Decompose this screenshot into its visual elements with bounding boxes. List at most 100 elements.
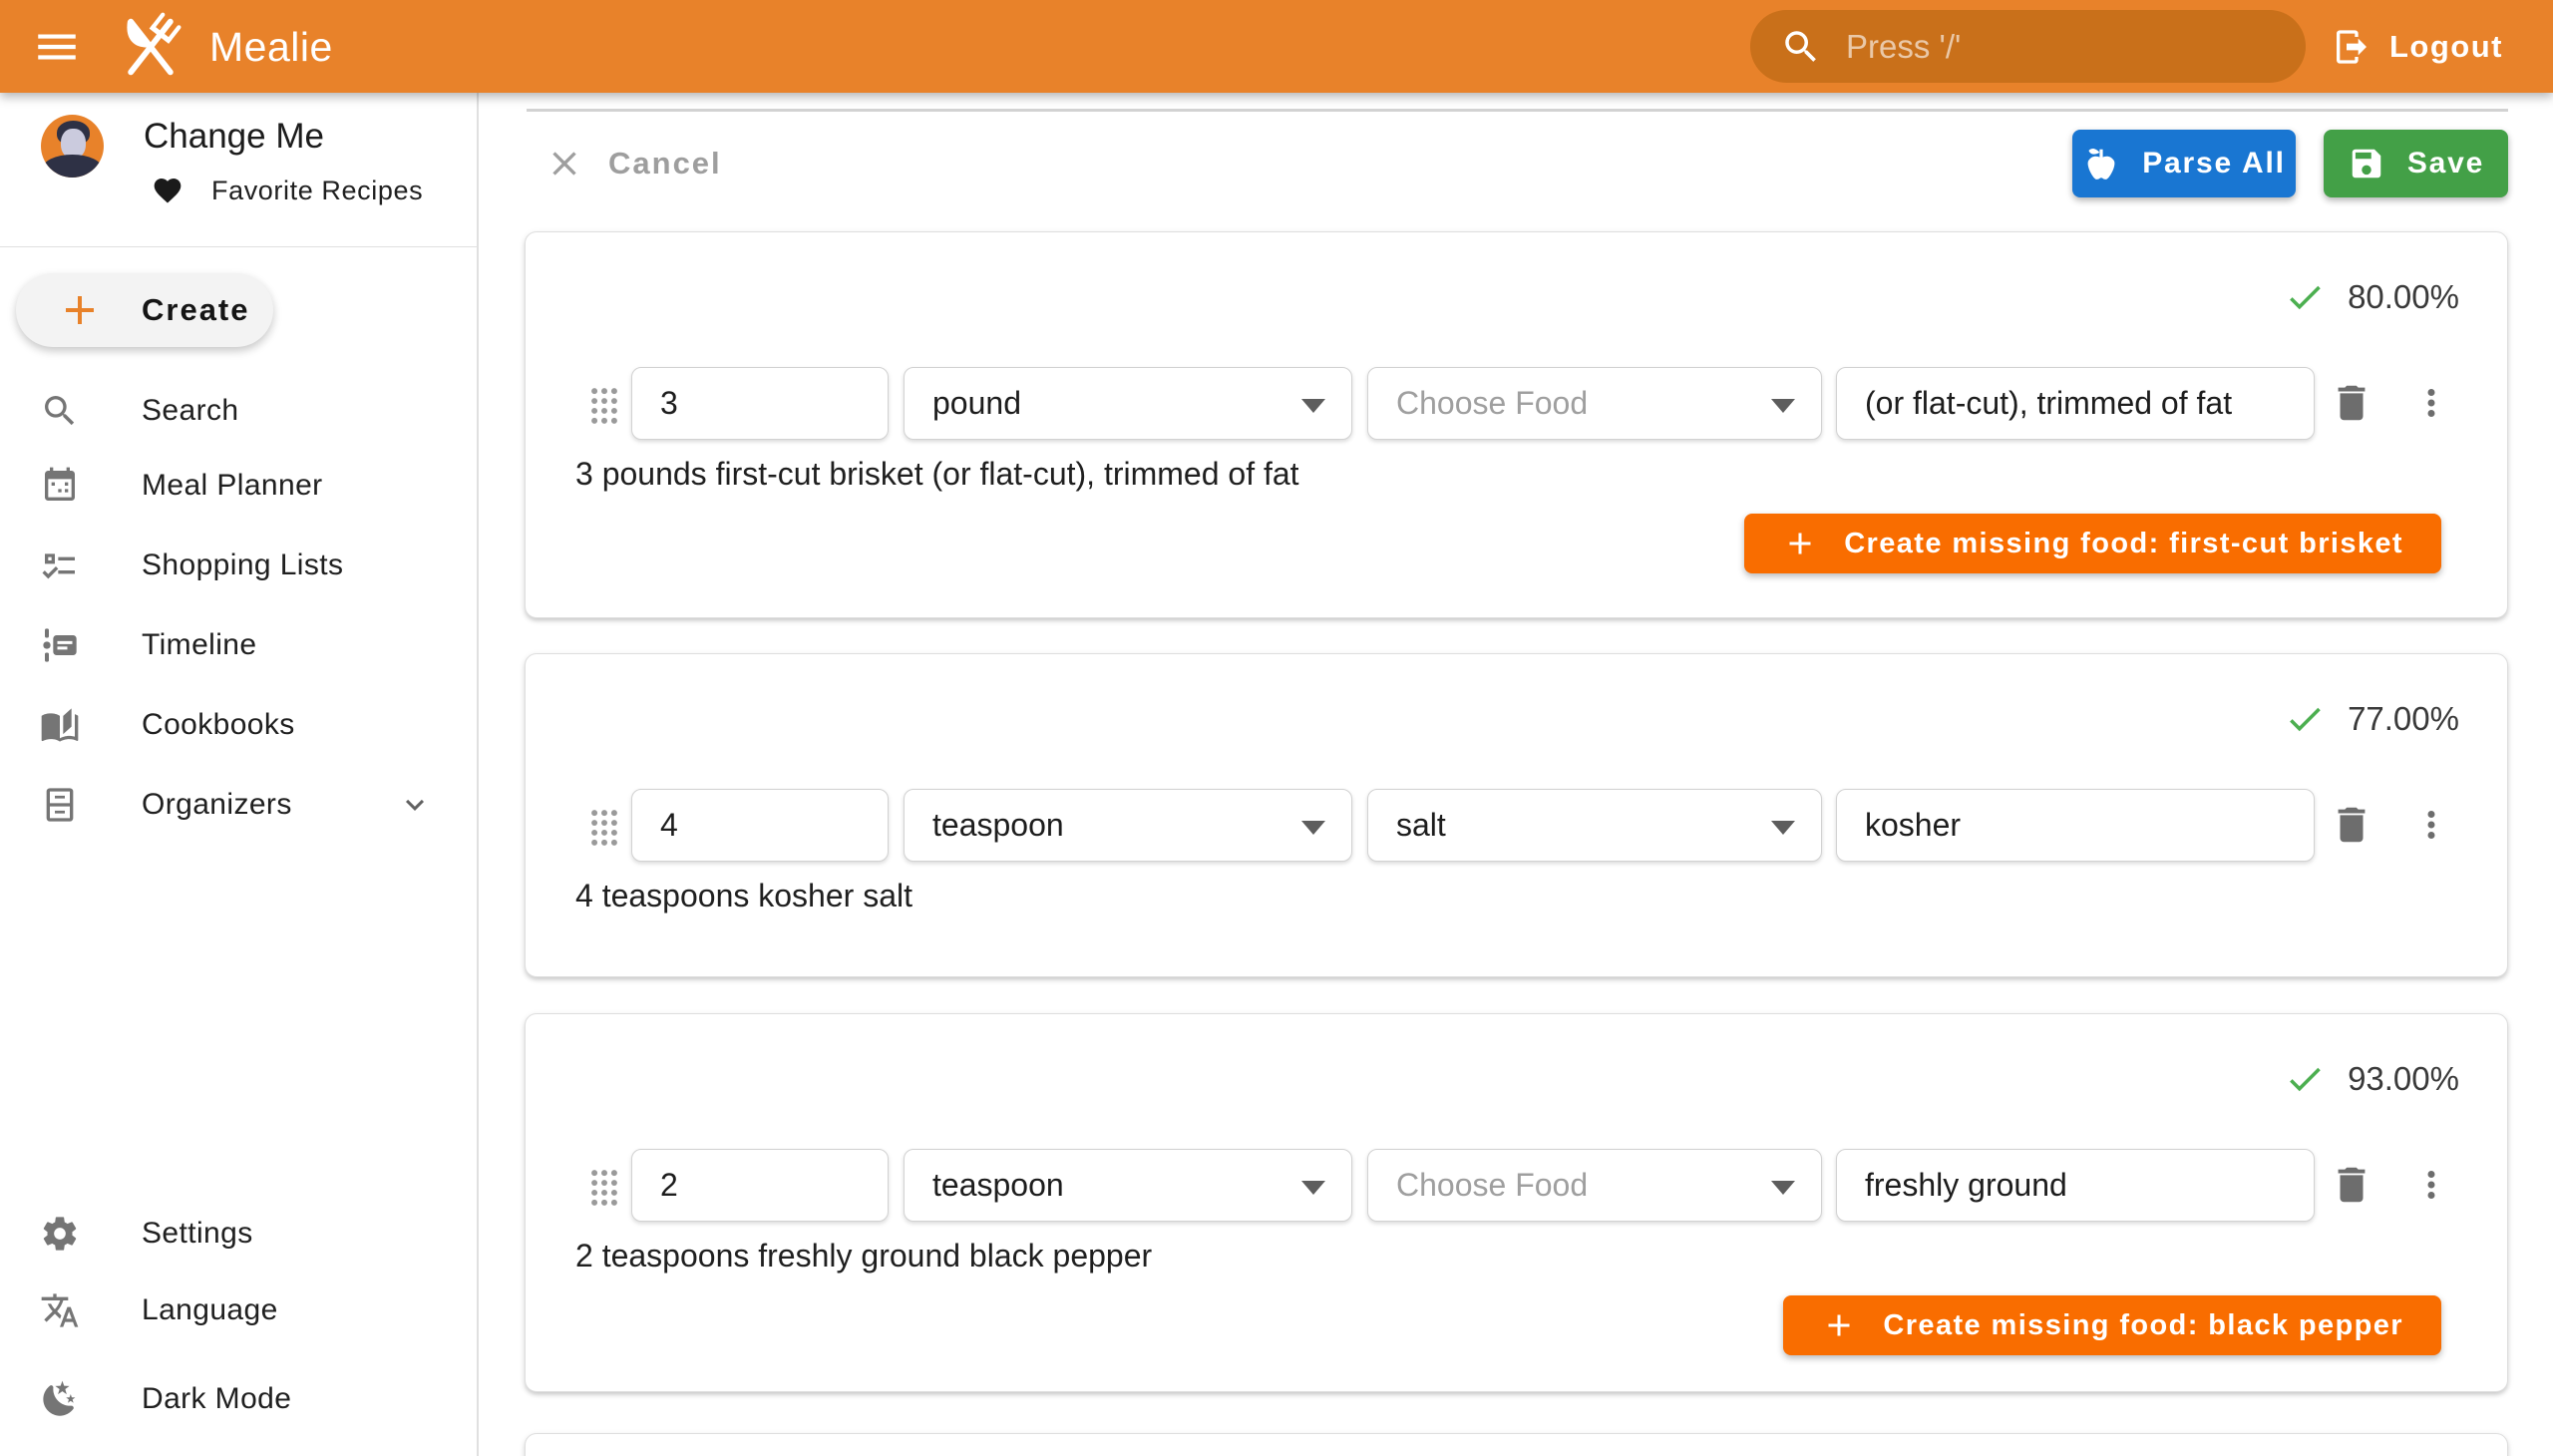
sidebar-item-label: Dark Mode (142, 1382, 291, 1416)
note-field (1836, 367, 2315, 440)
sidebar-item-label: Language (142, 1293, 278, 1327)
search-input[interactable] (1844, 27, 2276, 67)
delete-ingredient-button[interactable] (2327, 379, 2376, 429)
check-icon (2284, 698, 2326, 740)
ingredient-menu-button[interactable] (2406, 1161, 2456, 1211)
mealie-logo-icon[interactable] (112, 8, 189, 86)
delete-ingredient-button[interactable] (2327, 801, 2376, 851)
unit-input[interactable] (905, 385, 1351, 422)
ingredient-editor-row (526, 1149, 2507, 1223)
sidebar-item-shopping-lists[interactable]: Shopping Lists (0, 526, 477, 605)
save-label: Save (2407, 147, 2484, 181)
sidebar-item-settings[interactable]: Settings (0, 1194, 477, 1274)
kebab-menu-icon (2410, 1164, 2452, 1206)
unit-input[interactable] (905, 807, 1351, 844)
ingredient-card-partial (525, 1433, 2508, 1456)
close-icon (545, 144, 584, 183)
trash-icon (2329, 1162, 2374, 1208)
logout-icon (2332, 27, 2371, 67)
note-input[interactable] (1837, 1167, 2314, 1204)
cancel-button[interactable]: Cancel (545, 132, 722, 195)
logout-label: Logout (2389, 29, 2503, 65)
sidebar-item-organizers[interactable]: Organizers (0, 765, 477, 845)
quantity-input[interactable] (632, 807, 888, 844)
timeline-icon (40, 625, 80, 665)
ingredient-card: 93.00% 2 teaspoons (525, 1013, 2508, 1392)
kebab-menu-icon (2410, 804, 2452, 846)
original-ingredient-text: 4 teaspoons kosher salt (575, 878, 912, 914)
sidebar-divider (0, 246, 477, 247)
cabinet-icon (40, 785, 80, 825)
note-input[interactable] (1837, 807, 2314, 844)
parse-all-button[interactable]: Parse All (2072, 130, 2296, 197)
search-icon (1780, 26, 1822, 68)
app-title[interactable]: Mealie (209, 24, 333, 71)
favorite-recipes-link[interactable]: Favorite Recipes (152, 175, 423, 206)
menu-down-icon (1301, 1181, 1325, 1195)
parse-all-label: Parse All (2142, 147, 2286, 181)
ingredient-editor-row (526, 789, 2507, 863)
sidebar-item-label: Timeline (142, 628, 256, 662)
save-icon (2348, 145, 2385, 182)
quantity-field (631, 367, 889, 440)
unit-select[interactable] (904, 1149, 1352, 1222)
ingredient-menu-button[interactable] (2406, 801, 2456, 851)
ingredient-menu-button[interactable] (2406, 379, 2456, 429)
sidebar-item-language[interactable]: Language (0, 1271, 477, 1350)
trash-icon (2329, 380, 2374, 426)
check-icon (2284, 1058, 2326, 1100)
unit-select[interactable] (904, 789, 1352, 862)
chevron-down-icon[interactable] (397, 787, 433, 823)
gear-icon (40, 1214, 80, 1254)
trash-icon (2329, 802, 2374, 848)
sidebar-item-label: Meal Planner (142, 469, 323, 503)
food-select[interactable] (1367, 789, 1822, 862)
original-ingredient-text: 2 teaspoons freshly ground black pepper (575, 1238, 1152, 1274)
food-input[interactable] (1368, 807, 1821, 844)
food-input[interactable] (1368, 1167, 1821, 1204)
menu-down-icon (1771, 821, 1795, 835)
confidence-indicator: 77.00% (2284, 698, 2459, 740)
quantity-input[interactable] (632, 385, 888, 422)
sidebar-item-label: Organizers (142, 788, 292, 822)
apple-icon (2082, 145, 2120, 182)
global-search-bar[interactable] (1750, 10, 2306, 83)
quantity-field (631, 789, 889, 862)
food-select[interactable] (1367, 367, 1822, 440)
delete-ingredient-button[interactable] (2327, 1161, 2376, 1211)
content-top-divider (527, 109, 2508, 112)
sidebar-item-timeline[interactable]: Timeline (0, 605, 477, 685)
sidebar-item-dark-mode[interactable]: Dark Mode (0, 1359, 477, 1439)
calendar-icon (40, 466, 80, 506)
drag-handle-icon[interactable] (587, 1166, 621, 1210)
drag-handle-icon[interactable] (587, 384, 621, 428)
create-missing-food-button[interactable]: Create missing food: first-cut brisket (1744, 514, 2441, 573)
sidebar-item-search[interactable]: Search (0, 371, 477, 451)
unit-select[interactable] (904, 367, 1352, 440)
hamburger-menu-icon[interactable] (32, 22, 82, 72)
food-select[interactable] (1367, 1149, 1822, 1222)
note-input[interactable] (1837, 385, 2314, 422)
quantity-input[interactable] (632, 1167, 888, 1204)
create-missing-food-button[interactable]: Create missing food: black pepper (1783, 1295, 2441, 1355)
food-input[interactable] (1368, 385, 1821, 422)
sidebar-item-meal-planner[interactable]: Meal Planner (0, 446, 477, 526)
magnify-icon (40, 391, 80, 431)
sidebar-item-label: Shopping Lists (142, 548, 343, 582)
sidebar: Change Me Favorite Recipes Create Search… (0, 93, 479, 1456)
note-field (1836, 1149, 2315, 1222)
sidebar-item-label: Cookbooks (142, 708, 295, 742)
menu-down-icon (1301, 399, 1325, 413)
logout-button[interactable]: Logout (2332, 20, 2503, 74)
heart-icon (152, 175, 183, 206)
user-avatar[interactable] (41, 115, 104, 178)
drag-handle-icon[interactable] (587, 806, 621, 850)
favorites-label: Favorite Recipes (211, 176, 423, 206)
sidebar-item-cookbooks[interactable]: Cookbooks (0, 685, 477, 765)
quantity-field (631, 1149, 889, 1222)
save-button[interactable]: Save (2324, 130, 2508, 197)
plus-icon (56, 286, 104, 334)
unit-input[interactable] (905, 1167, 1351, 1204)
create-button[interactable]: Create (16, 273, 273, 347)
menu-down-icon (1771, 1181, 1795, 1195)
